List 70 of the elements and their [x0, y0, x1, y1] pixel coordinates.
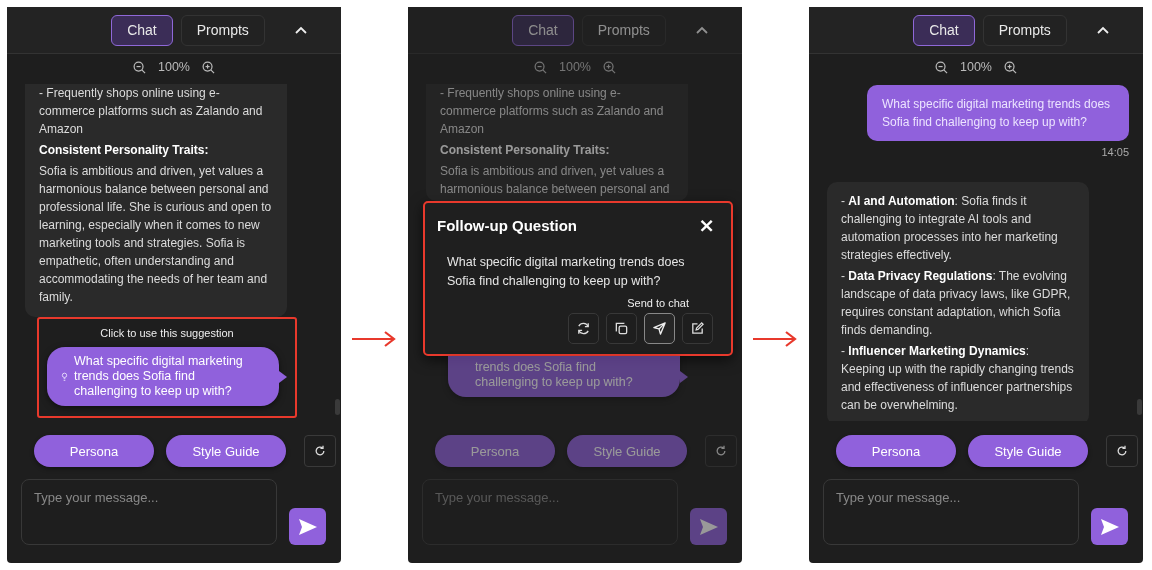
message-time: 14:05 [1101, 146, 1129, 158]
action-button[interactable]: Persona [435, 435, 555, 467]
zoom-level: 100% [559, 60, 591, 74]
refresh-button[interactable] [705, 435, 737, 467]
edit-button[interactable] [682, 313, 713, 344]
send-icon [698, 517, 719, 536]
chevron-up-icon[interactable] [1096, 26, 1109, 34]
tab[interactable]: Prompts [982, 14, 1067, 46]
action-button[interactable]: Persona [34, 435, 154, 467]
suggestion-button[interactable]: What specific digital marketing trends does Sofia find challenging to keep up with? [47, 347, 279, 406]
refresh-icon [576, 321, 591, 336]
send-button[interactable] [644, 313, 675, 344]
message-paragraph: - Frequently shops online using e-commerce platforms such as Zalando and Amazon [39, 85, 264, 138]
send-button[interactable] [1091, 508, 1128, 545]
zoom-level: 100% [960, 60, 992, 74]
message-paragraph: - Data Privacy Regulations: The evolving landscape of data privacy laws, like GDPR, requires constant adaptation, which Sofia finds demanding. [841, 268, 1072, 339]
suggestion-hint: Click to use this suggestion [99, 327, 235, 339]
tab[interactable]: Chat [913, 14, 975, 46]
scrollbar-thumb[interactable] [1137, 399, 1142, 415]
message-input[interactable]: Type your message... [422, 479, 678, 545]
annotation-arrow [752, 329, 798, 349]
tab[interactable]: Chat [512, 14, 574, 46]
scrollbar-thumb[interactable] [335, 399, 340, 415]
message-input[interactable]: Type your message... [823, 479, 1079, 545]
action-button[interactable]: Style Guide [166, 435, 286, 467]
message-heading: Consistent Personality Traits: [440, 142, 611, 159]
zoom-in-icon[interactable] [1004, 60, 1017, 74]
refresh-icon [314, 445, 326, 457]
edit-icon [690, 321, 705, 336]
refresh-button[interactable] [304, 435, 336, 467]
zoom-in-icon[interactable] [202, 60, 215, 74]
zoom-out-icon[interactable] [133, 60, 146, 74]
message-input[interactable]: Type your message... [21, 479, 277, 545]
zoom-in-icon[interactable] [603, 60, 616, 74]
regenerate-button[interactable] [568, 313, 599, 344]
message-paragraph: - AI and Automation: Sofia finds it challenging to integrate AI tools and automation processes into her marketing strategies effectively. [841, 193, 1059, 264]
lightbulb-icon [61, 371, 68, 382]
refresh-icon [1116, 445, 1128, 457]
zoom-out-icon[interactable] [935, 60, 948, 74]
copy-button[interactable] [606, 313, 637, 344]
pointer-icon [279, 370, 287, 383]
zoom-out-icon[interactable] [534, 60, 547, 74]
message-paragraph: - Frequently shops online using e-commerce platforms such as Zalando and Amazon [440, 85, 665, 138]
send-icon [297, 517, 318, 536]
tab[interactable]: Chat [111, 14, 173, 46]
suggestion-button[interactable]: trends does Sofia find challenging to keep up with? [448, 356, 680, 397]
dialog-title: Follow-up Question [437, 216, 577, 234]
message-heading: Consistent Personality Traits: [39, 142, 210, 159]
action-button[interactable]: Persona [836, 435, 956, 467]
send-icon [1099, 517, 1120, 536]
user-message: What specific digital marketing trends does Sofia find challenging to keep up with? [867, 85, 1129, 141]
action-button[interactable]: Style Guide [968, 435, 1088, 467]
paper-plane-icon [652, 321, 667, 336]
refresh-button[interactable] [1106, 435, 1138, 467]
send-button[interactable] [289, 508, 326, 545]
chevron-up-icon[interactable] [294, 26, 307, 34]
tab[interactable]: Prompts [180, 14, 265, 46]
action-button[interactable]: Style Guide [567, 435, 687, 467]
message-paragraph: Sofia is ambitious and driven, yet values a harmonious balance between personal and [440, 163, 671, 198]
message-paragraph: - Influencer Marketing Dynamics: Keeping up with the rapidly changing trends and effectiveness of influencer partnerships can be overwhelming. [841, 343, 1075, 414]
send-to-chat-label: Send to chat [627, 297, 689, 309]
tab[interactable]: Prompts [581, 14, 666, 46]
copy-icon [614, 321, 629, 336]
annotation-arrow [351, 329, 397, 349]
pointer-icon [680, 370, 688, 383]
dialog-question: What specific digital marketing trends does Sofia find challenging to keep up with? [447, 254, 686, 290]
refresh-icon [715, 445, 727, 457]
close-button[interactable]: × [694, 215, 719, 235]
zoom-level: 100% [158, 60, 190, 74]
message-paragraph: Sofia is ambitious and driven, yet values a harmonious balance between personal and professional life. She is curious and open to learning, especially when it comes to new marketing tools and strategies. Sofia is empathetic, often understanding and accommodating the needs of her team and family. [39, 163, 273, 306]
